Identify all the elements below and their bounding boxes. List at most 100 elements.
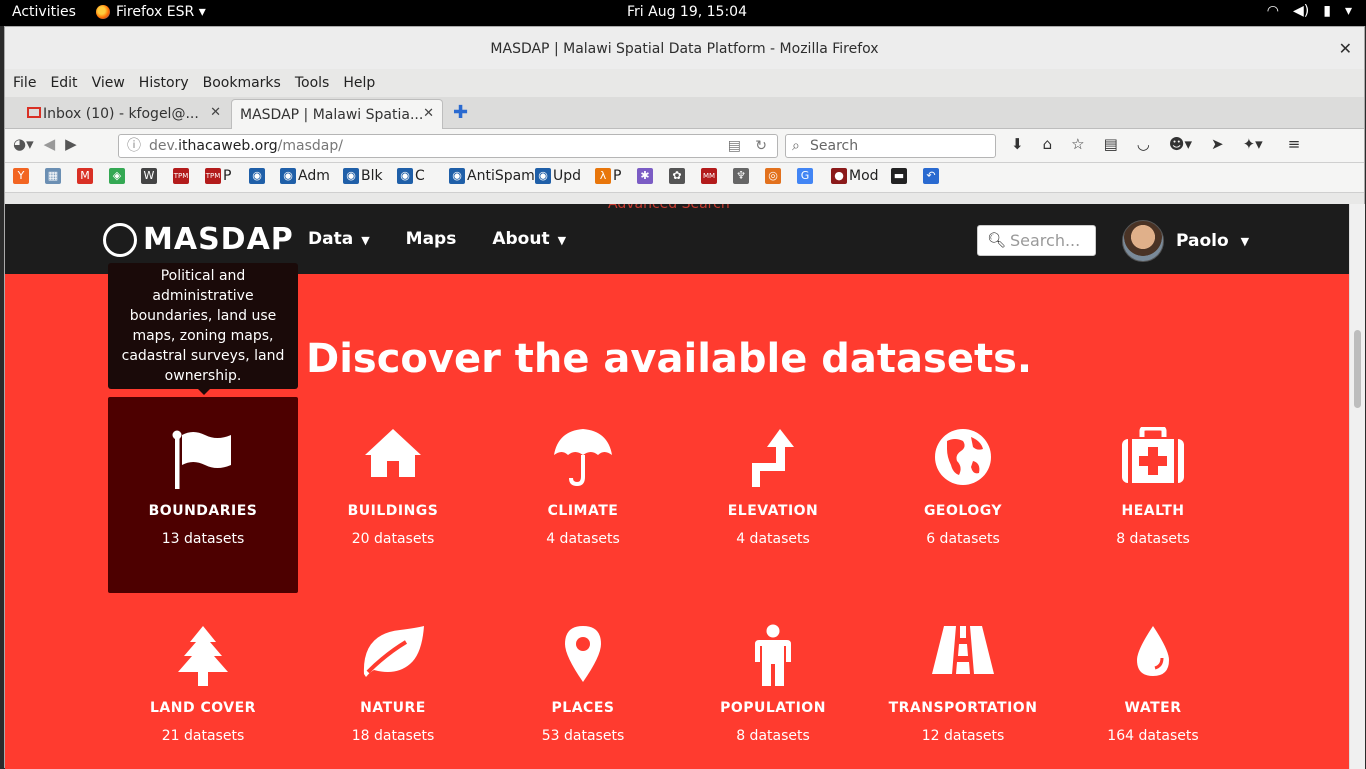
category-label: ELEVATION [727,503,819,519]
tooltip-arrow [198,389,210,395]
bookmark-item[interactable]: MM [701,168,717,184]
bookmark-item[interactable]: ✱ [637,168,653,184]
masdap-logo[interactable]: MASDAP [103,222,294,257]
menu-help[interactable]: Help [343,75,381,91]
category-card-boundaries[interactable]: BOUNDARIES 13 datasets [108,397,298,593]
bookmark-item[interactable]: λP [595,168,621,184]
page-scrollbar[interactable] [1349,204,1365,769]
category-card-nature[interactable]: NATURE 18 datasets [298,594,488,769]
search-icon: ⌕ [792,138,800,154]
battery-icon: ▮ [1323,3,1331,19]
bookmark-favicon-icon: M [77,168,93,184]
bookmark-star-icon[interactable]: ☆ [1071,135,1084,153]
category-card-land-cover[interactable]: LAND COVER 21 datasets [108,594,298,769]
bookmark-item[interactable]: ◉ Adm [280,168,330,184]
menu-history[interactable]: History [139,75,195,91]
user-menu[interactable]: Paolo ▼ [1122,220,1249,262]
bookmark-favicon-icon: ◉ [397,168,413,184]
menu-bar: File Edit View History Bookmarks Tools H… [5,69,1364,97]
bookmark-item[interactable]: ▬ [891,168,907,184]
bookmark-item[interactable]: ◈ [109,168,125,184]
system-tray[interactable]: ◠ ◀) ▮ ▾ [1267,3,1352,19]
bookmark-item[interactable]: G [797,168,813,184]
pocket-icon[interactable]: ◡ [1137,135,1150,153]
advanced-search-link[interactable]: Advanced Search [608,204,730,212]
hamburger-menu-icon[interactable]: ≡ [1288,135,1301,153]
downloads-icon[interactable]: ⬇ [1011,135,1024,153]
user-name: Paolo [1176,231,1229,251]
category-count: 4 datasets [546,531,620,547]
category-label: NATURE [360,700,426,716]
menu-view[interactable]: View [92,75,131,91]
home-icon[interactable]: ⌂ [1043,135,1053,153]
category-card-buildings[interactable]: BUILDINGS 20 datasets [298,397,488,593]
bookmark-item[interactable]: W [141,168,157,184]
addon-icon[interactable]: ✦▾ [1243,135,1263,153]
new-tab-icon[interactable]: ✚ [453,102,468,123]
flag-icon [108,427,298,493]
category-card-geology[interactable]: GEOLOGY 6 datasets [868,397,1058,593]
bookmark-item[interactable]: TPM P [205,168,231,184]
bookmark-item[interactable]: ◉ [249,168,265,184]
browser-search-field[interactable]: ⌕ Search [785,134,996,158]
bookmark-item[interactable]: ◉ Blk [343,168,383,184]
globe-icon [868,427,1058,493]
nav-maps[interactable]: Maps [406,229,457,249]
category-label: HEALTH [1121,503,1185,519]
bookmark-label: Blk [361,168,383,184]
nav-about[interactable]: About ▼ [492,229,566,249]
scrollbar-thumb[interactable] [1354,330,1361,408]
category-card-health[interactable]: HEALTH 8 datasets [1058,397,1248,593]
identity-icon[interactable]: ◕▾ [13,135,34,153]
category-card-water[interactable]: WATER 164 datasets [1058,594,1248,769]
bookmark-item[interactable]: Y [13,168,29,184]
nav-data[interactable]: Data ▼ [308,229,370,249]
url-bar[interactable]: ⓘ dev.ithacaweb.org/masdap/ ▤ ↻ [118,134,778,158]
category-label: BUILDINGS [347,503,439,519]
bookmark-item[interactable]: ♆ [733,168,749,184]
bookmark-favicon-icon: λ [595,168,611,184]
clock[interactable]: Fri Aug 19, 15:04 [627,4,747,20]
site-search-input[interactable]: 🔍︎ Search... [977,225,1096,256]
logo-mark-icon [103,222,137,257]
bookmark-item[interactable]: ◉ C [397,168,425,184]
tab-inbox[interactable]: Inbox (10) - kfogel@... ✕ [21,99,229,129]
bookmark-item[interactable]: ▦ [45,168,61,184]
bookmark-label: Mod [849,168,879,184]
menu-tools[interactable]: Tools [295,75,336,91]
close-window-icon[interactable]: ✕ [1339,27,1352,71]
category-card-elevation[interactable]: ELEVATION 4 datasets [678,397,868,593]
category-card-places[interactable]: PLACES 53 datasets [488,594,678,769]
close-tab-icon[interactable]: ✕ [210,105,221,120]
menu-file[interactable]: File [13,75,42,91]
bookmark-favicon-icon: ● [831,168,847,184]
bookmark-item[interactable]: M [77,168,93,184]
extension-icon[interactable]: ☻▾ [1169,135,1192,153]
back-icon[interactable]: ◀ [44,135,56,153]
tab-label: MASDAP | Malawi Spatia... [240,106,424,123]
menu-bookmarks[interactable]: Bookmarks [203,75,287,91]
bookmark-item[interactable]: ◉ Upd [535,168,581,184]
bookmark-item[interactable]: ● Mod [831,168,879,184]
app-menu-label: Firefox ESR ▾ [116,4,206,20]
reading-list-icon[interactable]: ▤ [1104,135,1118,153]
forward-icon[interactable]: ▶ [65,135,77,153]
category-card-climate[interactable]: CLIMATE 4 datasets [488,397,678,593]
bookmark-item[interactable]: ✿ [669,168,685,184]
reload-icon[interactable]: ↻ [755,135,767,157]
info-icon[interactable]: ⓘ [127,135,141,157]
bookmark-favicon-icon: ▦ [45,168,61,184]
bookmark-item[interactable]: TPM [173,168,189,184]
send-icon[interactable]: ➤ [1211,135,1224,153]
bookmark-item[interactable]: ↶ [923,168,939,184]
tab-masdap[interactable]: MASDAP | Malawi Spatia... ✕ [231,99,443,129]
close-tab-icon[interactable]: ✕ [423,106,434,121]
category-card-transportation[interactable]: TRANSPORTATION 12 datasets [868,594,1058,769]
app-menu[interactable]: Firefox ESR ▾ [96,4,206,20]
reader-view-icon[interactable]: ▤ [728,135,741,157]
activities-button[interactable]: Activities [12,4,76,20]
menu-edit[interactable]: Edit [50,75,83,91]
bookmark-item[interactable]: ◉ AntiSpam [449,168,535,184]
bookmark-item[interactable]: ◎ [765,168,781,184]
category-card-population[interactable]: POPULATION 8 datasets [678,594,868,769]
